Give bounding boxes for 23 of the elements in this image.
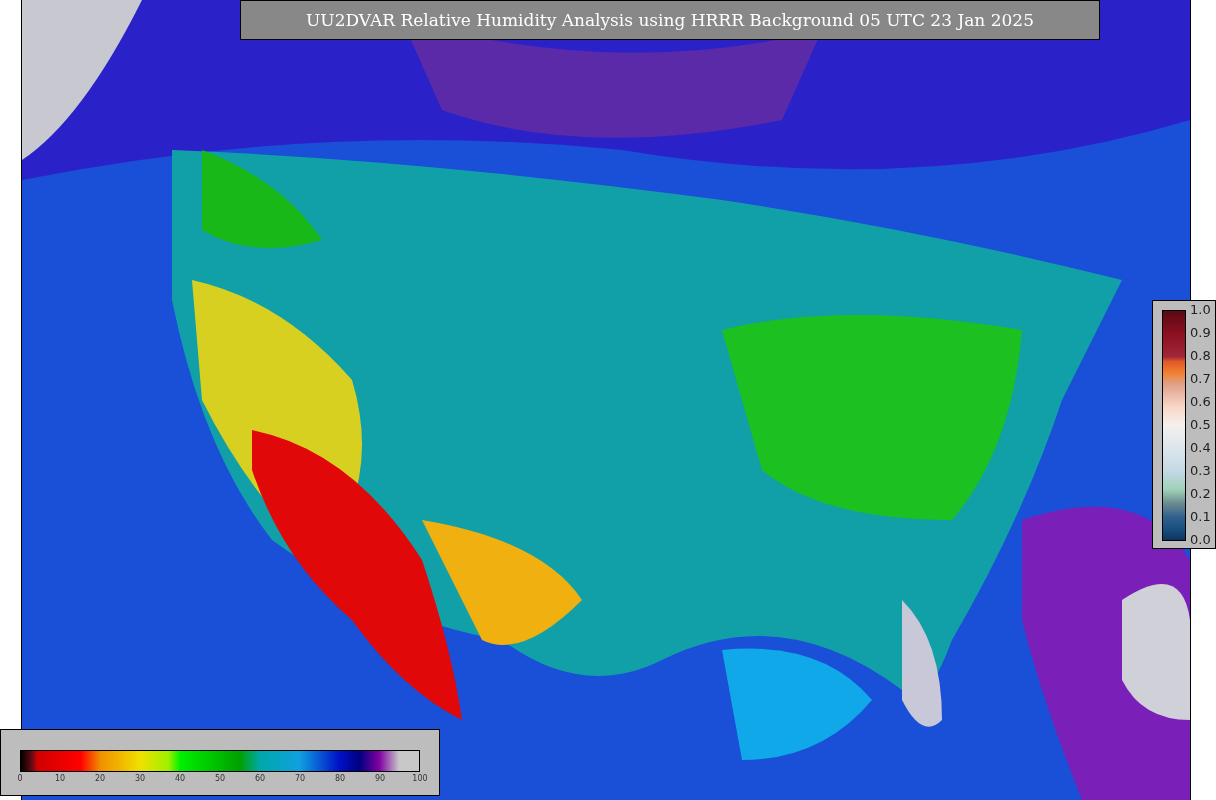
tick-label: 0.3 bbox=[1190, 463, 1211, 479]
tick-label: 20 bbox=[94, 774, 106, 783]
tick-label: 0.0 bbox=[1190, 532, 1211, 548]
tick-label: 50 bbox=[214, 774, 226, 783]
tick-label: 30 bbox=[134, 774, 146, 783]
tick-label: 0.5 bbox=[1190, 417, 1211, 433]
tick-label: 0.1 bbox=[1190, 509, 1211, 525]
tick-label: 90 bbox=[374, 774, 386, 783]
tick-label: 0.9 bbox=[1190, 325, 1211, 341]
tick-label: 0 bbox=[17, 774, 23, 783]
tick-label: 1.0 bbox=[1190, 302, 1211, 318]
tick-label: 0.4 bbox=[1190, 440, 1211, 456]
tick-label: 0.8 bbox=[1190, 348, 1211, 364]
tick-label: 0.2 bbox=[1190, 486, 1211, 502]
tick-label: 0.7 bbox=[1190, 371, 1211, 387]
tick-label: 70 bbox=[294, 774, 306, 783]
tick-label: 40 bbox=[174, 774, 186, 783]
tick-label: 60 bbox=[254, 774, 266, 783]
tick-label: 80 bbox=[334, 774, 346, 783]
tick-label: 10 bbox=[54, 774, 66, 783]
chart-title: UU2DVAR Relative Humidity Analysis using HRRR Background 05 UTC 23 Jan 2025 bbox=[240, 0, 1100, 40]
tick-label: 100 bbox=[412, 774, 428, 783]
tick-label: 0.6 bbox=[1190, 394, 1211, 410]
